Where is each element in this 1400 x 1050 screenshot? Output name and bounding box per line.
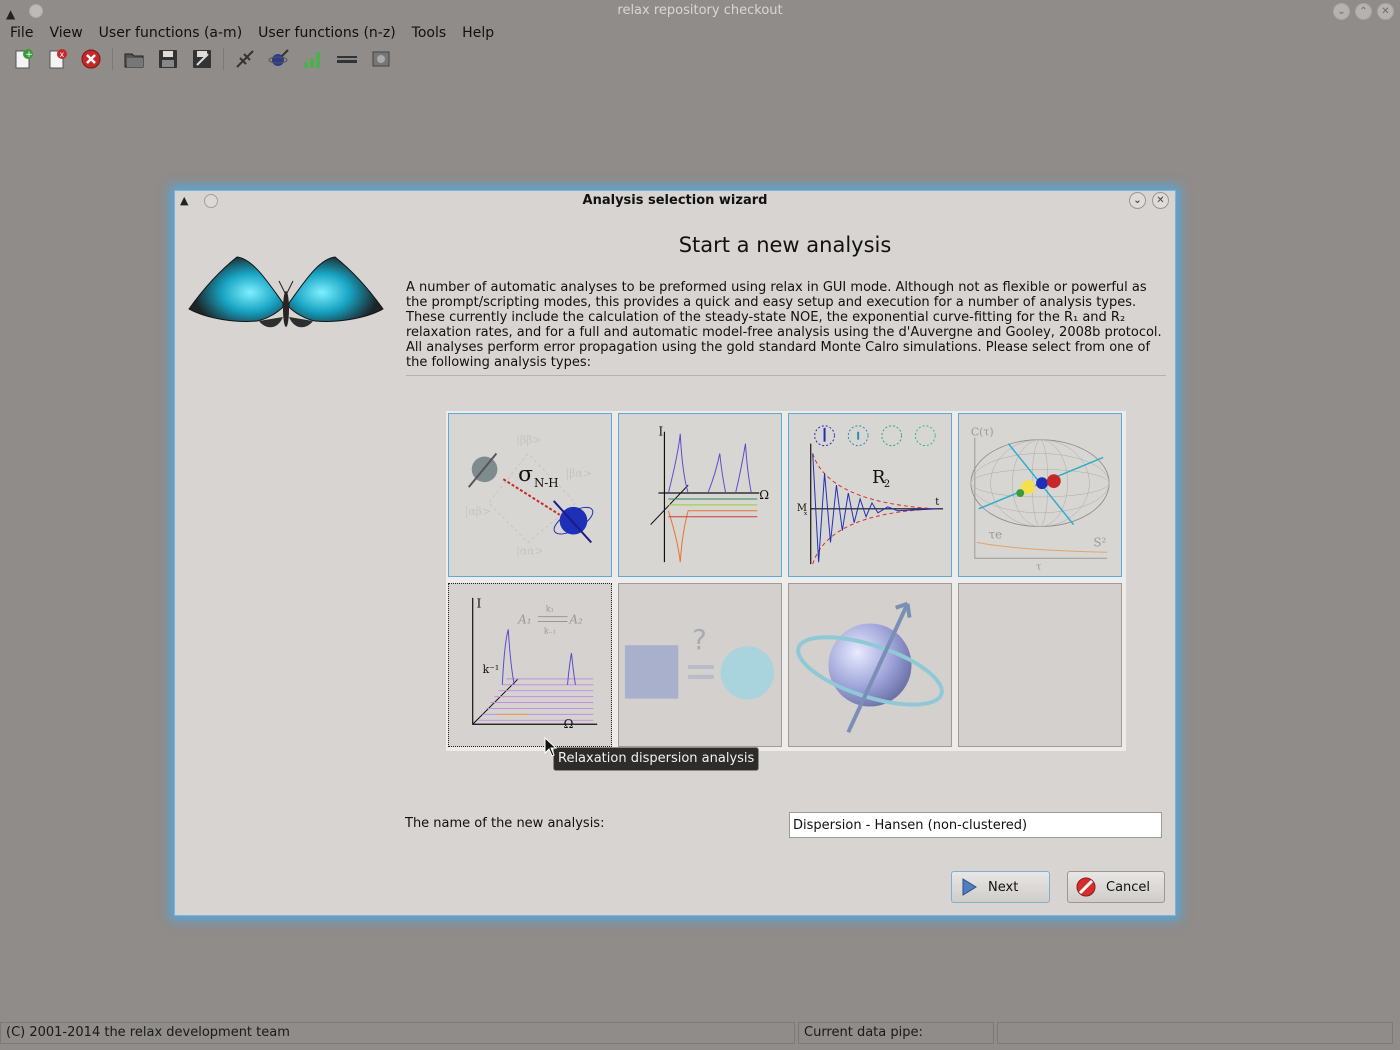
toolbar-separator	[112, 48, 113, 70]
close-all-icon[interactable]	[78, 46, 104, 72]
window-title: relax repository checkout	[617, 3, 783, 18]
analysis-noe-button[interactable]: |ββ> |βα> |αβ> |αα> σ N-H	[448, 413, 612, 577]
dialog-close-icon[interactable]: ✕	[1152, 192, 1169, 209]
model-free-x-axis-label: τ	[1036, 562, 1042, 573]
description-line: A number of automatic analyses to be pre…	[406, 280, 1147, 295]
analysis-r1-button[interactable]: I Ω	[618, 413, 782, 577]
main-title-bar: ▲ relax repository checkout ⌄ ⌃ ✕	[0, 0, 1400, 22]
dialog-title-bar: ▲ Analysis selection wizard ⌄ ✕	[175, 191, 1175, 211]
noe-sub-label: N-H	[534, 476, 559, 490]
analysis-relax-disp-button[interactable]: A₁ A₂ k₁ k₋₁ I k⁻¹ Ω	[448, 583, 612, 747]
status-copyright: (C) 2001-2014 the relax development team	[0, 1022, 795, 1044]
noe-icon: |ββ> |βα> |αβ> |αα> σ N-H	[465, 434, 594, 557]
cancel-button[interactable]: Cancel	[1067, 871, 1165, 903]
toolbar: + x	[0, 44, 1400, 74]
r1-icon: I Ω	[650, 425, 769, 563]
description-line: All analyses perform error propagation u…	[406, 340, 1151, 355]
maximize-icon[interactable]: ⌃	[1355, 3, 1372, 20]
menu-tools[interactable]: Tools	[412, 22, 447, 44]
toolbar-separator	[223, 48, 224, 70]
status-pipe-label: Current data pipe:	[798, 1022, 994, 1044]
cancel-button-label: Cancel	[1106, 879, 1151, 895]
r2-icon: R 2 M x t	[797, 425, 944, 565]
close-icon[interactable]: ✕	[1377, 3, 1394, 20]
dialog-minimize-icon[interactable]: ⌄	[1129, 192, 1146, 209]
model-free-icon: C(τ) τe S² τ	[970, 426, 1110, 573]
wizard-description: A number of automatic analyses to be pre…	[406, 280, 1166, 370]
next-arrow-icon	[960, 878, 978, 896]
relax-disp-x-axis-label: Ω	[564, 717, 574, 731]
prompt-icon[interactable]	[368, 46, 394, 72]
model-free-s2-label: S²	[1093, 535, 1106, 549]
cancel-icon	[1076, 877, 1096, 897]
next-button[interactable]: Next	[951, 871, 1050, 903]
analysis-model-free-button[interactable]: C(τ) τe S² τ	[958, 413, 1122, 577]
save-icon[interactable]	[155, 46, 181, 72]
relax-disp-a2-label: A₂	[569, 613, 584, 627]
r1-x-axis-label: Ω	[759, 488, 769, 502]
noe-sigma-label: σ	[518, 462, 533, 487]
pin-icon[interactable]	[204, 194, 218, 208]
menu-view[interactable]: View	[49, 22, 82, 44]
consistency-test-icon: ?	[624, 623, 775, 700]
relax-logo-icon[interactable]: ▲	[180, 191, 188, 211]
model-free-te-label: τe	[989, 527, 1003, 541]
relax-disp-icon: A₁ A₂ k₁ k₋₁ I k⁻¹ Ω	[472, 597, 598, 731]
analysis-name-label: The name of the new analysis:	[405, 816, 605, 831]
relax-disp-y-axis-label: I	[477, 597, 482, 611]
svg-text:x: x	[60, 50, 65, 59]
spectrometer-icon[interactable]	[232, 46, 258, 72]
butterfly-logo-icon	[188, 256, 384, 328]
menu-help[interactable]: Help	[462, 22, 494, 44]
menu-file[interactable]: File	[10, 22, 33, 44]
analysis-name-input[interactable]	[789, 812, 1162, 838]
status-pipe-value	[997, 1022, 1393, 1044]
r2-x-axis-label: t	[935, 497, 939, 508]
save-as-icon[interactable]	[189, 46, 215, 72]
next-button-label: Next	[988, 879, 1019, 895]
relax-disp-k1-label: k₁	[546, 605, 554, 614]
analysis-empty-slot	[958, 583, 1122, 747]
wizard-heading: Start a new analysis	[678, 233, 892, 257]
spin-viewer-icon[interactable]	[266, 46, 292, 72]
svg-text:|βα>: |βα>	[566, 467, 592, 480]
relax-disp-k-label: k⁻¹	[483, 663, 500, 676]
consistency-question-mark: ?	[692, 623, 707, 656]
divider	[406, 375, 1166, 376]
relax-disp-km1-label: k₋₁	[544, 626, 556, 635]
menu-user-functions-a-m[interactable]: User functions (a-m)	[99, 22, 243, 44]
custom-analysis-icon	[796, 601, 944, 733]
svg-text:|αα>: |αα>	[516, 544, 543, 557]
svg-text:+: +	[25, 50, 33, 60]
analysis-custom-button[interactable]	[788, 583, 952, 747]
results-viewer-icon[interactable]	[300, 46, 326, 72]
svg-text:|ββ>: |ββ>	[516, 434, 541, 447]
r1-y-axis-label: I	[659, 425, 664, 439]
relax-disp-a1-label: A₁	[517, 613, 531, 627]
svg-text:|αβ>: |αβ>	[465, 505, 491, 518]
analysis-selection-dialog: ▲ Analysis selection wizard ⌄ ✕ Start a …	[174, 190, 1176, 916]
r2-sub-label: 2	[884, 479, 890, 490]
analysis-r2-button[interactable]: R 2 M x t	[788, 413, 952, 577]
model-free-y-axis-label: C(τ)	[971, 426, 994, 439]
pin-icon[interactable]	[29, 4, 43, 18]
dialog-title: Analysis selection wizard	[582, 193, 768, 208]
analysis-type-grid: |ββ> |βα> |αβ> |αα> σ N-H I Ω R 2 M x t …	[446, 411, 1126, 751]
status-bar: (C) 2001-2014 the relax development team…	[0, 1022, 1400, 1046]
mouse-cursor-icon	[544, 737, 558, 757]
minimize-icon[interactable]: ⌄	[1333, 3, 1350, 20]
description-line: relaxation rates, and for a full and aut…	[406, 325, 1162, 340]
menu-bar: File View User functions (a-m) User func…	[0, 22, 1400, 44]
description-line: the prompt/scripting modes, this provide…	[406, 295, 1137, 310]
open-icon[interactable]	[121, 46, 147, 72]
analysis-consistency-test-button[interactable]: ?	[618, 583, 782, 747]
pipe-editor-icon[interactable]	[334, 46, 360, 72]
description-line: These currently include the calculation …	[406, 310, 1126, 325]
description-line: the following analysis types:	[406, 355, 592, 370]
new-analysis-icon[interactable]: +	[10, 46, 36, 72]
r2-y-axis-sub-label: x	[804, 511, 808, 517]
close-analysis-icon[interactable]: x	[44, 46, 70, 72]
tooltip: Relaxation dispersion analysis	[553, 747, 760, 771]
menu-user-functions-n-z[interactable]: User functions (n-z)	[258, 22, 396, 44]
